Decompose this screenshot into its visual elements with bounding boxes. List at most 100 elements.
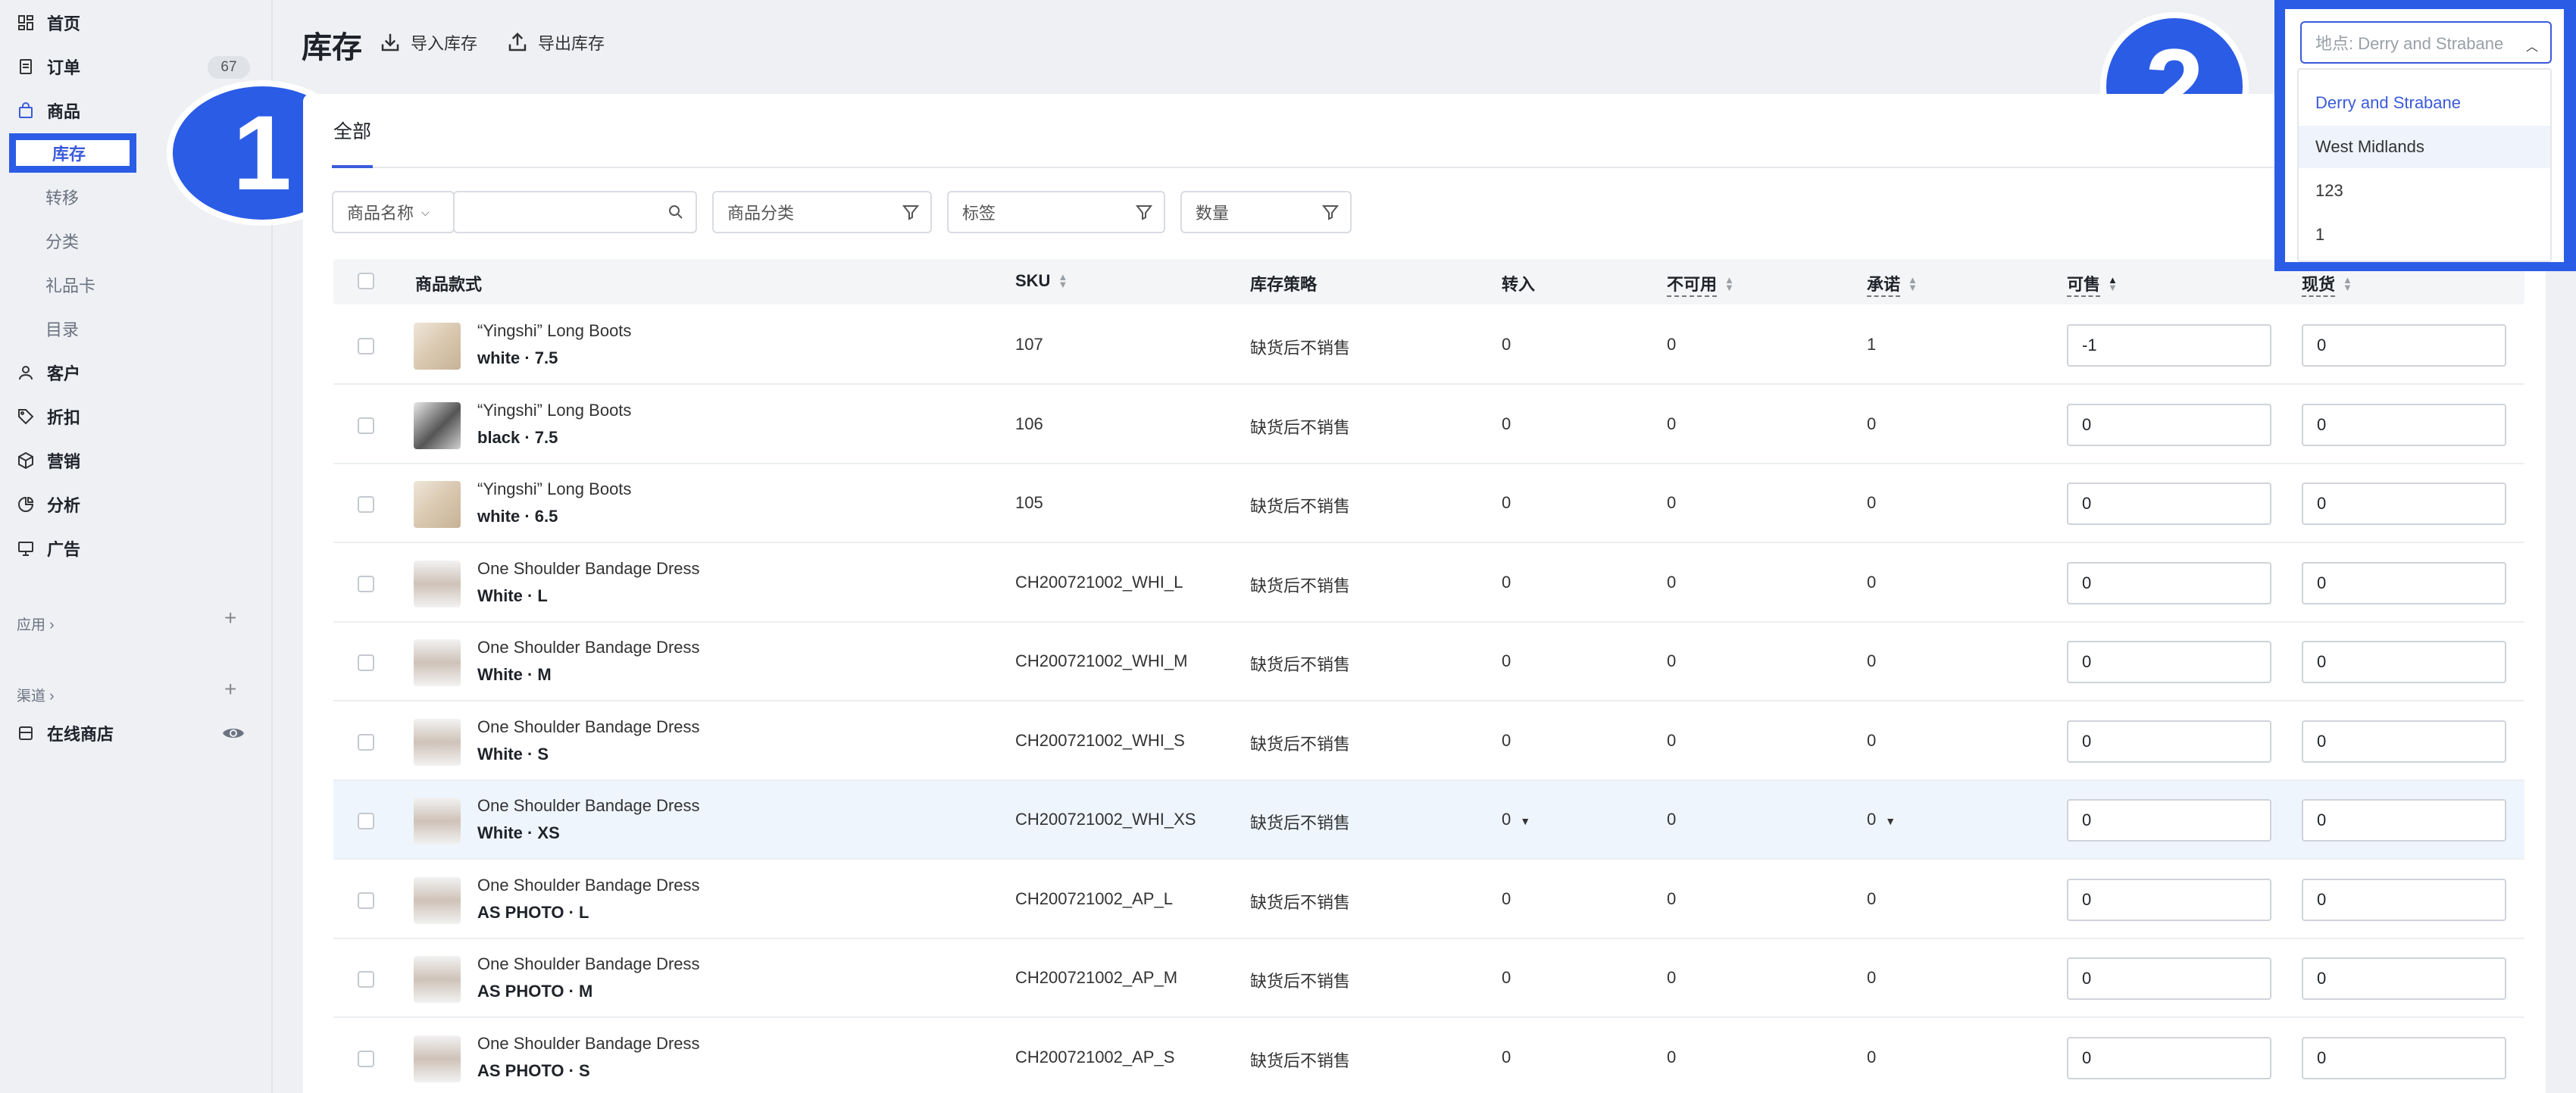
on-hand-input[interactable]: [2302, 561, 2506, 604]
incoming-cell[interactable]: 0 ▼: [1502, 810, 1530, 829]
available-input[interactable]: [2067, 403, 2271, 446]
import-icon: [381, 33, 399, 52]
col-available[interactable]: 可售 ▲ ▼: [2067, 271, 2118, 297]
row-checkbox[interactable]: [358, 496, 374, 513]
nav-marketing[interactable]: 营销: [15, 442, 80, 479]
table-row[interactable]: One Shoulder Bandage Dress White · L CH200…: [333, 544, 2524, 623]
export-inventory-button[interactable]: 导出库存: [506, 29, 605, 56]
on-hand-input[interactable]: [2302, 403, 2506, 446]
on-hand-input[interactable]: [2302, 324, 2506, 367]
table-row[interactable]: One Shoulder Bandage Dress White · XS CH20…: [333, 781, 2524, 860]
col-incoming-label: 转入: [1502, 275, 1536, 294]
product-name[interactable]: One Shoulder Bandage Dress: [477, 717, 700, 737]
add-app-icon[interactable]: +: [224, 606, 236, 630]
nav-discounts[interactable]: 折扣: [15, 398, 80, 435]
nav-inventory[interactable]: 库存: [9, 133, 136, 173]
available-input[interactable]: [2067, 957, 2271, 1000]
nav-customers[interactable]: 客户: [15, 354, 80, 391]
nav-orders[interactable]: 订单: [15, 48, 80, 85]
col-unavailable[interactable]: 不可用 ▲ ▼: [1667, 271, 1734, 297]
caret-down-icon[interactable]: ▼: [1520, 815, 1530, 827]
filter-icon: [902, 205, 920, 220]
col-committed[interactable]: 承诺 ▲ ▼: [1867, 271, 1918, 297]
on-hand-input[interactable]: [2302, 878, 2506, 921]
table-row[interactable]: One Shoulder Bandage Dress AS PHOTO · M CH…: [333, 939, 2524, 1018]
tab-all[interactable]: 全部: [333, 117, 371, 144]
caret-down-icon[interactable]: ▼: [1885, 815, 1896, 827]
search-input[interactable]: [453, 191, 697, 233]
row-checkbox[interactable]: [358, 813, 374, 829]
select-all-checkbox[interactable]: [358, 273, 374, 289]
quantity-filter[interactable]: 数量: [1180, 191, 1352, 233]
on-hand-input[interactable]: [2302, 957, 2506, 1000]
col-on-hand[interactable]: 现货 ▲ ▼: [2302, 271, 2352, 297]
row-checkbox[interactable]: [358, 338, 374, 354]
row-checkbox[interactable]: [358, 971, 374, 988]
on-hand-input[interactable]: [2302, 799, 2506, 842]
tab-active-indicator: [332, 165, 373, 168]
import-inventory-button[interactable]: 导入库存: [379, 29, 477, 56]
row-checkbox[interactable]: [358, 575, 374, 592]
on-hand-input[interactable]: [2302, 1036, 2506, 1079]
row-checkbox[interactable]: [358, 1050, 374, 1067]
product-name[interactable]: One Shoulder Bandage Dress: [477, 638, 700, 657]
category-filter[interactable]: 商品分类: [712, 191, 932, 233]
sort-icon: ▲ ▼: [1908, 274, 1918, 293]
row-checkbox[interactable]: [358, 892, 374, 909]
available-input[interactable]: [2067, 561, 2271, 604]
table-row[interactable]: “Yingshi” Long Boots white · 7.5 107 缺货后不销售…: [333, 306, 2524, 385]
nav-products[interactable]: 商品: [15, 92, 80, 129]
row-checkbox[interactable]: [358, 733, 374, 751]
table-row[interactable]: One Shoulder Bandage Dress AS PHOTO · S CH…: [333, 1019, 2524, 1093]
nav-category[interactable]: 分类: [45, 223, 79, 259]
available-input[interactable]: [2067, 799, 2271, 842]
product-name[interactable]: One Shoulder Bandage Dress: [477, 1034, 700, 1054]
table-row[interactable]: One Shoulder Bandage Dress White · M CH200…: [333, 623, 2524, 701]
eye-icon[interactable]: [221, 724, 245, 742]
location-select[interactable]: 地点: Derry and Strabane ︿: [2300, 21, 2552, 64]
product-name[interactable]: “Yingshi” Long Boots: [477, 479, 631, 499]
available-input[interactable]: [2067, 641, 2271, 683]
nav-online-store[interactable]: 在线商店: [15, 715, 114, 751]
product-name[interactable]: One Shoulder Bandage Dress: [477, 796, 700, 816]
apps-section-label[interactable]: 应用 ›: [17, 614, 55, 634]
committed-value: 0: [1867, 810, 1877, 829]
available-input[interactable]: [2067, 324, 2271, 367]
available-input[interactable]: [2067, 482, 2271, 525]
product-name[interactable]: One Shoulder Bandage Dress: [477, 876, 700, 895]
nav-home[interactable]: 首页: [15, 5, 80, 41]
product-name[interactable]: One Shoulder Bandage Dress: [477, 559, 700, 579]
nav-ads[interactable]: 广告: [15, 530, 80, 567]
nav-transfer[interactable]: 转移: [45, 179, 79, 215]
incoming-cell: 0: [1502, 731, 1511, 751]
committed-cell[interactable]: 0 ▼: [1867, 810, 1896, 829]
row-checkbox[interactable]: [358, 417, 374, 434]
add-channel-icon[interactable]: +: [224, 677, 236, 701]
nav-analytics[interactable]: 分析: [15, 486, 80, 523]
nav-catalog[interactable]: 目录: [45, 311, 79, 347]
product-name-filter-select[interactable]: 商品名称 ⌵: [332, 191, 455, 233]
on-hand-input[interactable]: [2302, 641, 2506, 683]
on-hand-input[interactable]: [2302, 720, 2506, 763]
on-hand-input[interactable]: [2302, 482, 2506, 525]
tags-filter[interactable]: 标签: [947, 191, 1165, 233]
nav-giftcard[interactable]: 礼品卡: [45, 267, 95, 303]
sku-cell: CH200721002_WHI_S: [1015, 730, 1185, 750]
location-option[interactable]: 1: [2299, 214, 2550, 256]
table-row[interactable]: “Yingshi” Long Boots white · 6.5 105 缺货后不销售…: [333, 464, 2524, 543]
product-name[interactable]: One Shoulder Bandage Dress: [477, 954, 700, 974]
available-input[interactable]: [2067, 720, 2271, 763]
location-option[interactable]: 123: [2299, 170, 2550, 212]
location-option[interactable]: Derry and Strabane: [2299, 82, 2550, 124]
row-checkbox[interactable]: [358, 654, 374, 671]
col-sku[interactable]: SKU ▲ ▼: [1015, 271, 1068, 291]
channels-section-label[interactable]: 渠道 ›: [17, 685, 55, 705]
available-input[interactable]: [2067, 1036, 2271, 1079]
table-row[interactable]: One Shoulder Bandage Dress AS PHOTO · L CH…: [333, 860, 2524, 939]
table-row[interactable]: “Yingshi” Long Boots black · 7.5 106 缺货后不销售…: [333, 386, 2524, 464]
table-row[interactable]: One Shoulder Bandage Dress White · S CH200…: [333, 702, 2524, 781]
product-name[interactable]: “Yingshi” Long Boots: [477, 321, 631, 341]
location-option[interactable]: West Midlands: [2299, 126, 2550, 168]
available-input[interactable]: [2067, 878, 2271, 921]
product-name[interactable]: “Yingshi” Long Boots: [477, 401, 631, 420]
